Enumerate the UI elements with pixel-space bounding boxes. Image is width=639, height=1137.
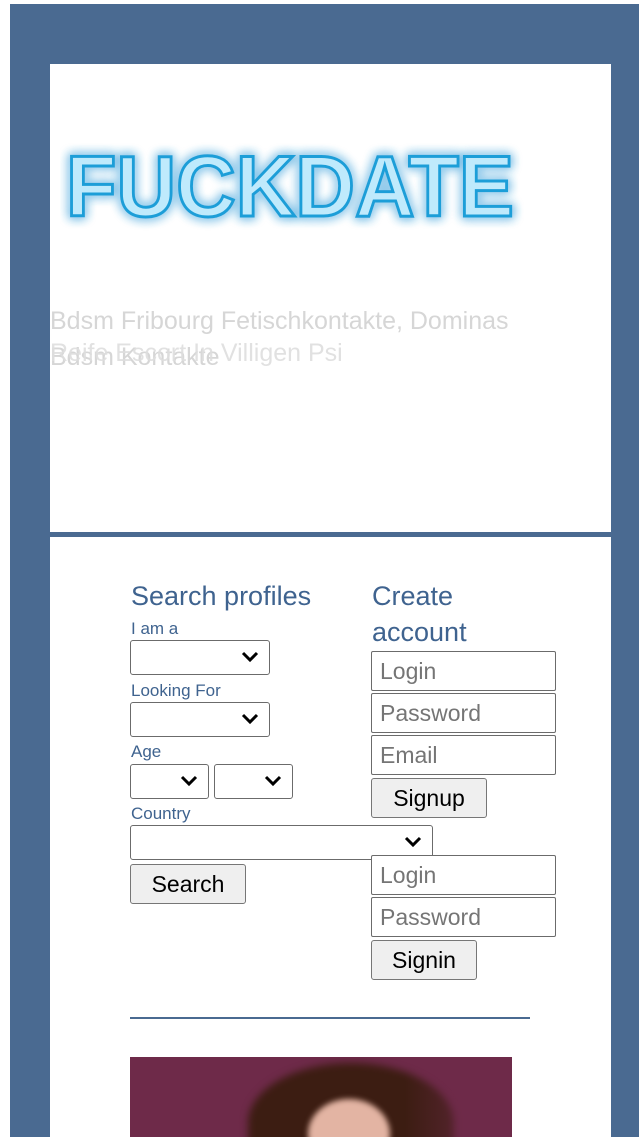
age-from-select[interactable] (130, 764, 209, 799)
iam-label: I am a (131, 619, 179, 638)
signup-password-input[interactable] (371, 693, 556, 733)
chevron-down-icon (241, 713, 259, 725)
signin-password-input[interactable] (371, 897, 556, 937)
signin-button[interactable]: Signin (371, 940, 477, 980)
search-profiles-title: Search profiles (131, 581, 312, 611)
search-button[interactable]: Search (130, 864, 246, 904)
signin-login-input[interactable] (371, 855, 556, 895)
signup-button[interactable]: Signup (371, 778, 487, 818)
chevron-down-icon (241, 651, 259, 663)
age-label: Age (131, 742, 162, 761)
country-label: Country (131, 804, 191, 823)
age-to-select[interactable] (214, 764, 293, 799)
header-panel: FUCKDATE Bdsm Fribourg Fetischkontakte, … (50, 64, 611, 532)
logo-text: FUCKDATE (66, 139, 514, 235)
create-account-title-line-2: account (372, 617, 467, 647)
looking-for-select[interactable] (130, 702, 270, 737)
profile-photo[interactable] (130, 1057, 512, 1137)
signup-login-input[interactable] (371, 651, 556, 691)
looking-for-label: Looking For (131, 681, 221, 700)
tagline-overlap: Reife Escort In Villigen Psi (50, 339, 343, 367)
chevron-down-icon (180, 775, 198, 787)
signup-email-input[interactable] (371, 735, 556, 775)
site-logo[interactable]: FUCKDATE (60, 126, 530, 237)
chevron-down-icon (404, 836, 422, 848)
section-divider (130, 1017, 530, 1019)
tagline-line-1: Bdsm Fribourg Fetischkontakte, Dominas (50, 307, 509, 335)
chevron-down-icon (264, 775, 282, 787)
iam-select[interactable] (130, 640, 270, 675)
create-account-title-line-1: Create (372, 581, 454, 611)
